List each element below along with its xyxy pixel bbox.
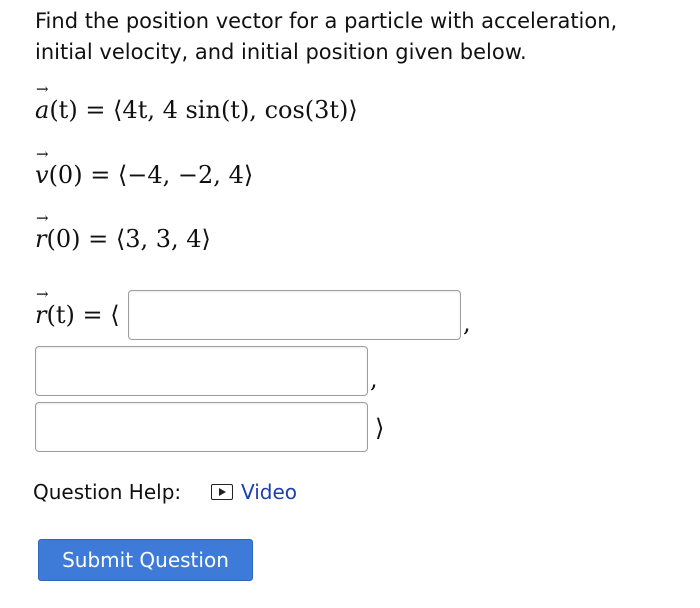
vector-arrow-icon: → [36, 145, 49, 163]
position-argument: (0) [46, 225, 81, 253]
prompt-line-1: Find the position vector for a particle … [35, 9, 618, 33]
video-help-link[interactable]: Video [211, 478, 297, 506]
answer-input-y-component[interactable] [35, 346, 368, 396]
play-box-icon [211, 484, 233, 500]
prompt-line-2: initial velocity, and initial position g… [35, 40, 527, 64]
velocity-expression: = ⟨−4, −2, 4⟩ [82, 161, 254, 189]
position-expression: = ⟨3, 3, 4⟩ [80, 225, 211, 253]
answer-input-z-component[interactable] [35, 402, 368, 452]
acceleration-argument: (t) [49, 96, 78, 124]
acceleration-expression: = ⟨4t, 4 sin(t), cos(3t)⟩ [77, 96, 358, 124]
vector-arrow-icon: → [36, 80, 49, 98]
answer-input-x-component[interactable] [128, 290, 461, 340]
answer-equation-prefix: → r(t) = ⟨ [35, 285, 120, 330]
question-prompt: Find the position vector for a particle … [35, 6, 675, 68]
answer-opening: = ⟨ [74, 301, 120, 329]
submit-question-button[interactable]: Submit Question [38, 539, 253, 581]
answer-argument: (t) [46, 301, 75, 329]
question-help-label: Question Help: [33, 480, 182, 504]
initial-position-equation: → r(0) = ⟨3, 3, 4⟩ [35, 209, 211, 254]
initial-velocity-equation: → v(0) = ⟨−4, −2, 4⟩ [35, 145, 254, 190]
acceleration-vector-symbol: → a [35, 80, 50, 125]
answer-vector-symbol: → r [35, 285, 49, 330]
position-vector-symbol: → r [35, 209, 49, 254]
answer-separator-1: , [463, 309, 471, 337]
answer-separator-2: , [370, 365, 378, 393]
velocity-argument: (0) [48, 161, 83, 189]
vector-arrow-icon: → [36, 285, 49, 303]
velocity-vector-symbol: → v [35, 145, 49, 190]
vector-arrow-icon: → [36, 209, 49, 227]
video-link-label: Video [241, 480, 298, 504]
answer-closing-bracket: ⟩ [375, 414, 385, 442]
acceleration-equation: → a(t) = ⟨4t, 4 sin(t), cos(3t)⟩ [35, 80, 358, 125]
